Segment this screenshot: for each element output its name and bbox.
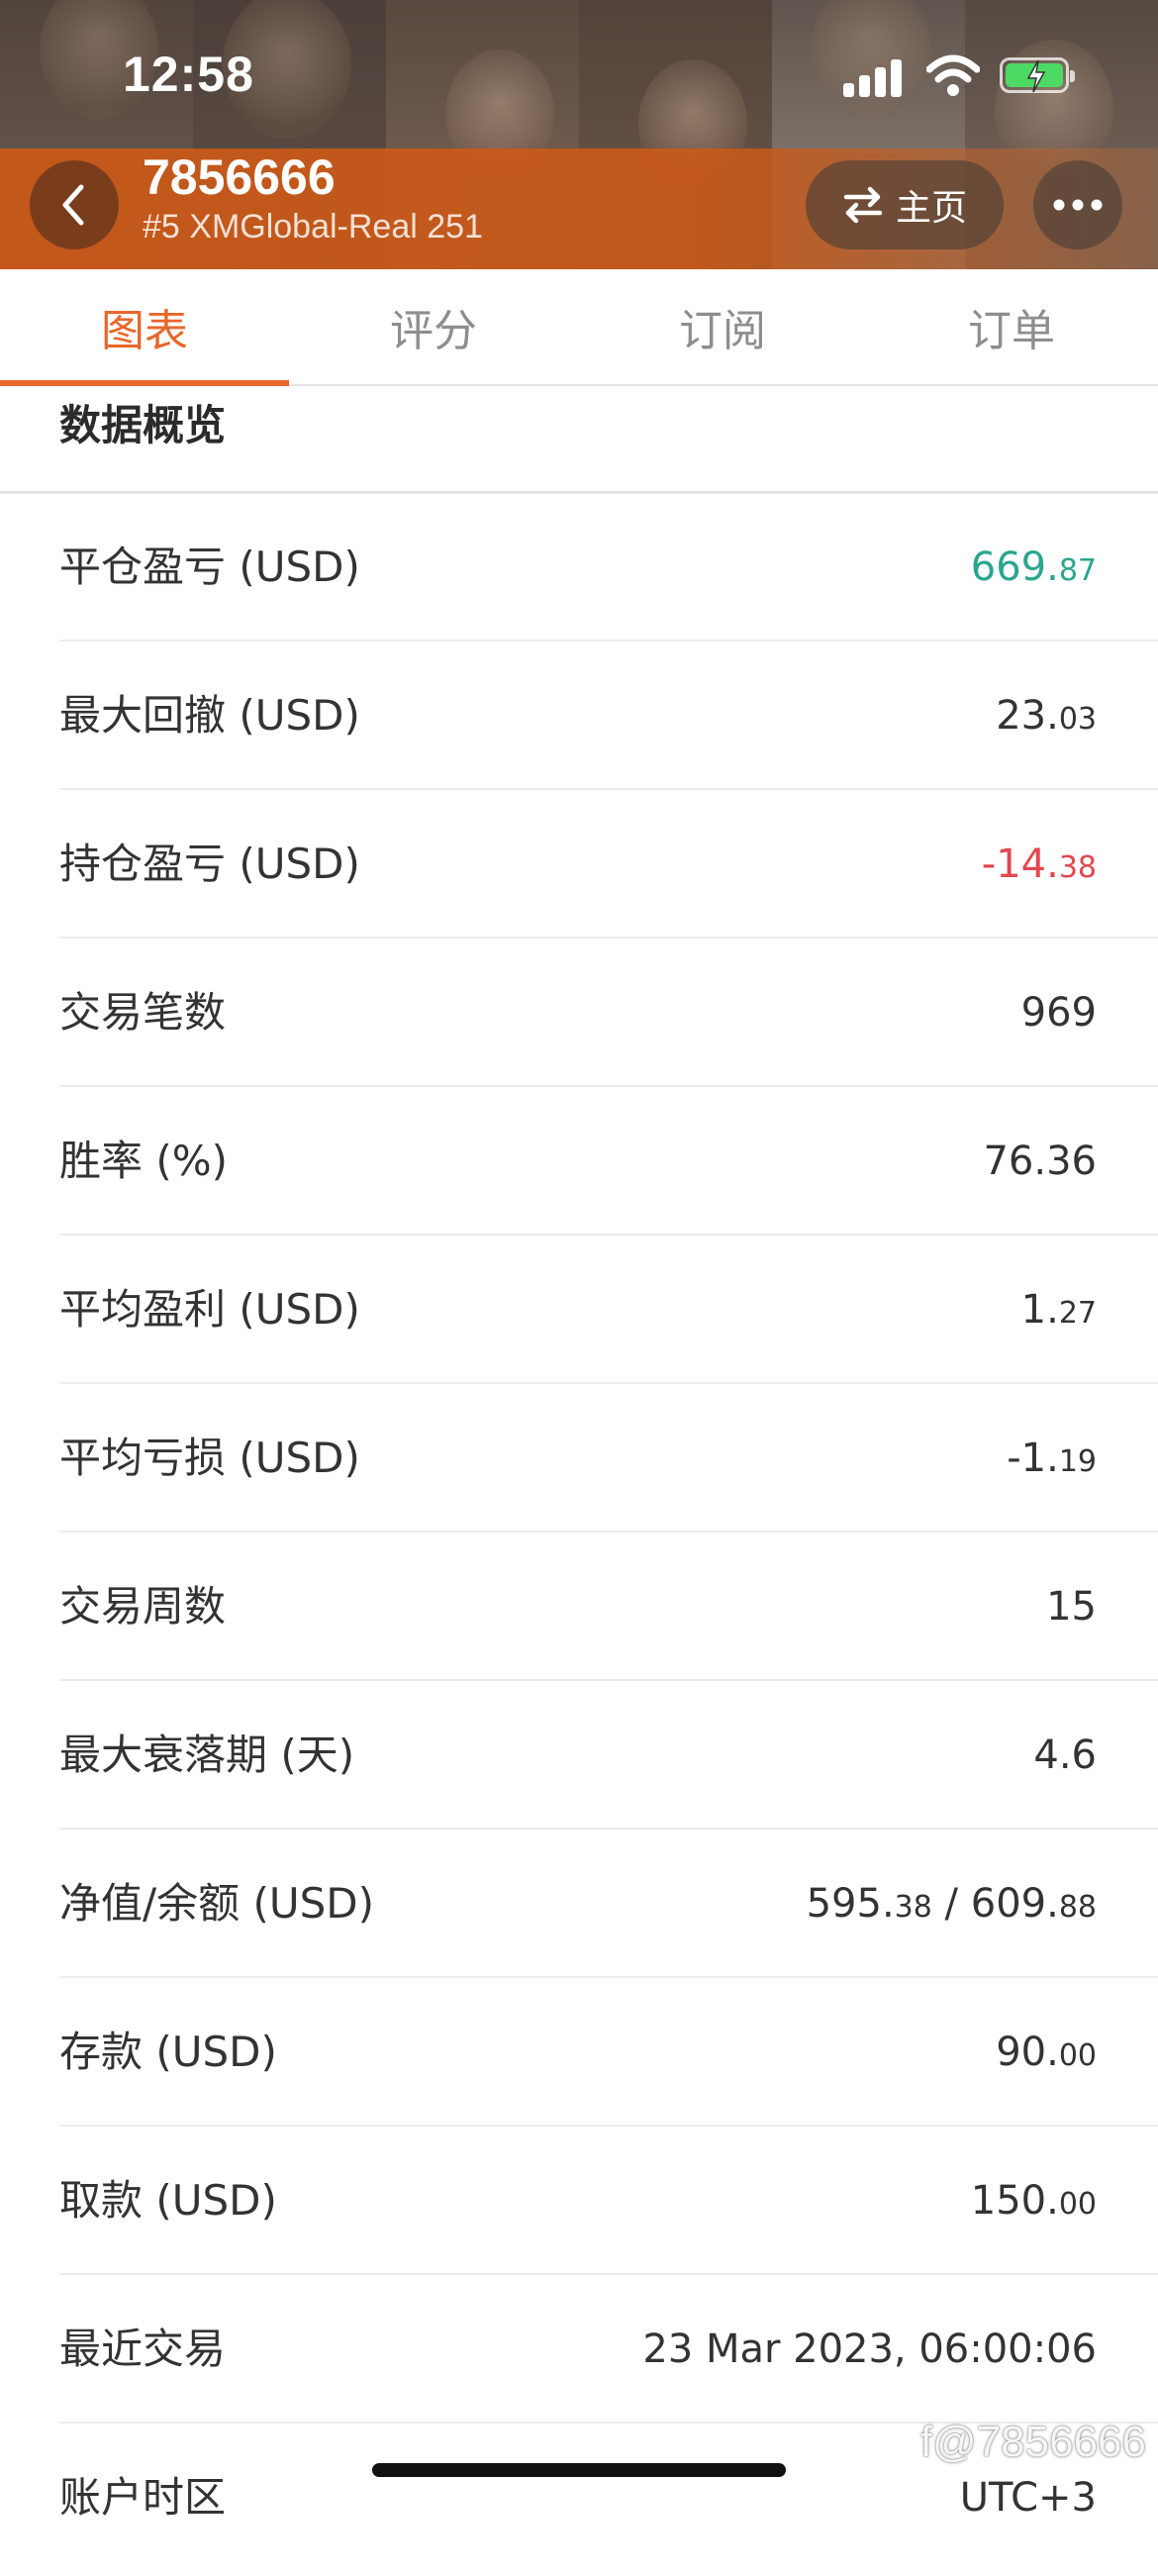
stat-label: 交易周数 (59, 1582, 227, 1631)
stat-value: 150.00 (970, 2178, 1097, 2224)
stat-value: 76.36 (983, 1139, 1097, 1184)
stat-label: 交易笔数 (59, 988, 227, 1037)
stat-row-last-trade: 最近交易 23 Mar 2023, 06:00:06 (0, 2275, 1158, 2424)
stat-row-closed-pnl: 平仓盈亏 (USD) 669.87 (0, 493, 1158, 642)
swap-icon (843, 186, 883, 224)
home-button-label: 主页 (895, 188, 967, 229)
stat-row-equity-balance: 净值/余额 (USD) 595.38 / 609.88 (0, 1830, 1158, 1978)
stat-label: 最大衰落期 (天) (59, 1731, 355, 1779)
stat-row-max-drawdown: 最大回撤 (USD) 23.03 (0, 642, 1158, 790)
stat-label: 最大回撤 (USD) (59, 691, 360, 740)
stat-row-max-decline-period: 最大衰落期 (天) 4.6 (0, 1681, 1158, 1830)
stat-row-withdrawal: 取款 (USD) 150.00 (0, 2127, 1158, 2275)
status-time: 12:58 (123, 47, 254, 102)
stat-value: 4.6 (1033, 1733, 1097, 1778)
stat-value: 669.87 (970, 545, 1097, 590)
home-indicator[interactable] (372, 2463, 786, 2477)
stat-label: 平均亏损 (USD) (59, 1434, 360, 1482)
stat-label: 平仓盈亏 (USD) (59, 543, 360, 591)
cellular-signal-icon (843, 57, 905, 97)
stat-value: 90.00 (996, 2030, 1097, 2075)
tab-chart[interactable]: 图表 (0, 269, 289, 384)
stat-row-win-rate: 胜率 (%) 76.36 (0, 1087, 1158, 1236)
stat-value: -1.19 (1007, 1436, 1097, 1481)
stat-label: 持仓盈亏 (USD) (59, 840, 360, 888)
stat-row-trading-weeks: 交易周数 15 (0, 1533, 1158, 1681)
stat-label: 取款 (USD) (59, 2176, 277, 2225)
account-id: 7856666 (143, 149, 336, 205)
battery-icon (1000, 57, 1075, 93)
stat-label: 净值/余额 (USD) (59, 1879, 375, 1928)
section-title: 数据概览 (59, 401, 227, 449)
stat-label: 存款 (USD) (59, 2028, 277, 2076)
stat-row-open-pnl: 持仓盈亏 (USD) -14.38 (0, 790, 1158, 939)
home-button[interactable]: 主页 (806, 160, 1004, 249)
stat-label: 平均盈利 (USD) (59, 1285, 360, 1334)
back-button[interactable] (30, 160, 119, 249)
stat-value: 1.27 (1020, 1287, 1097, 1333)
tab-bar: 图表 评分 订阅 订单 (0, 269, 1158, 386)
wifi-icon (926, 54, 980, 96)
stat-label: 最近交易 (59, 2325, 227, 2373)
active-tab-indicator (0, 380, 289, 386)
tab-orders[interactable]: 订单 (867, 269, 1156, 384)
stat-row-trade-count: 交易笔数 969 (0, 939, 1158, 1087)
more-dots-icon (1053, 199, 1103, 211)
stat-row-avg-profit: 平均盈利 (USD) 1.27 (0, 1236, 1158, 1384)
tab-rating[interactable]: 评分 (289, 269, 578, 384)
header: 12:58 7856666 #5 XMGlobal-Real 251 主页 (0, 0, 1158, 269)
tab-subscribe[interactable]: 订阅 (578, 269, 867, 384)
stat-row-avg-loss: 平均亏损 (USD) -1.19 (0, 1384, 1158, 1533)
stat-value: 15 (1046, 1584, 1097, 1630)
stat-value: 23 Mar 2023, 06:00:06 (642, 2327, 1097, 2372)
stat-value: -14.38 (981, 842, 1097, 887)
server-name: #5 XMGlobal-Real 251 (143, 208, 483, 246)
stat-label: 胜率 (%) (59, 1137, 229, 1185)
stat-value: 23.03 (996, 693, 1097, 739)
stat-row-deposit: 存款 (USD) 90.00 (0, 1978, 1158, 2127)
stat-value: 595.38 / 609.88 (806, 1881, 1097, 1927)
stat-label: 账户时区 (59, 2473, 227, 2522)
chevron-left-icon (62, 184, 84, 226)
watermark: f@7856666 (919, 2418, 1146, 2466)
stat-value: 969 (1020, 990, 1097, 1036)
stats-list: 平仓盈亏 (USD) 669.87 最大回撤 (USD) 23.03 持仓盈亏 … (0, 493, 1158, 2572)
more-button[interactable] (1033, 160, 1122, 249)
